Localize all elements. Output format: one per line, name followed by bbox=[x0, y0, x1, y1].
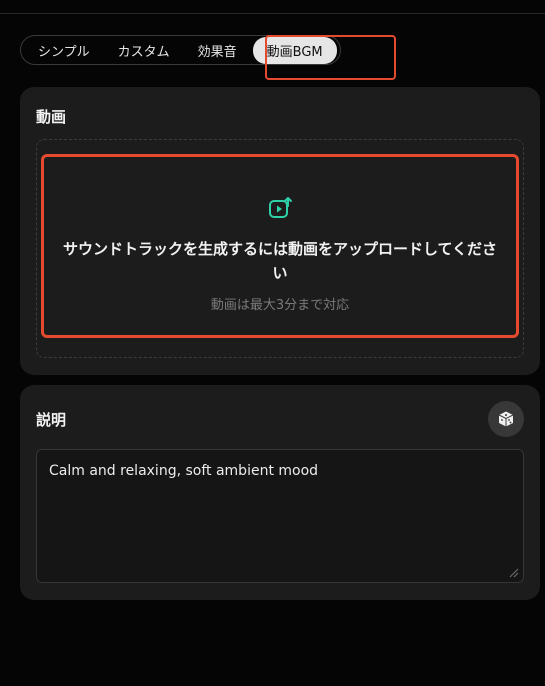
description-card: 説明 Calm and relaxing, soft ambient mood bbox=[20, 385, 540, 600]
top-divider bbox=[0, 13, 545, 14]
video-card: 動画 サウンドトラックを生成するには動画をアップロードしてください 動画は最大3… bbox=[20, 87, 540, 375]
tab-sound-effects[interactable]: 効果音 bbox=[184, 37, 251, 64]
resize-handle-icon[interactable] bbox=[507, 566, 519, 578]
tab-highlight-box bbox=[265, 35, 396, 80]
video-dropzone[interactable]: サウンドトラックを生成するには動画をアップロードしてください 動画は最大3分まで… bbox=[36, 139, 524, 358]
description-card-title: 説明 bbox=[36, 411, 67, 429]
dice-icon bbox=[498, 411, 514, 427]
upload-limit-note: 動画は最大3分まで対応 bbox=[210, 298, 350, 313]
tab-simple[interactable]: シンプル bbox=[24, 37, 104, 64]
video-card-title: 動画 bbox=[36, 108, 67, 126]
random-prompt-button[interactable] bbox=[488, 401, 524, 437]
upload-prompt: サウンドトラックを生成するには動画をアップロードしてください bbox=[62, 240, 498, 282]
video-upload-icon bbox=[269, 197, 292, 218]
description-text: Calm and relaxing, soft ambient mood bbox=[49, 463, 319, 479]
description-input[interactable]: Calm and relaxing, soft ambient mood bbox=[36, 449, 524, 583]
tab-custom[interactable]: カスタム bbox=[104, 37, 184, 64]
